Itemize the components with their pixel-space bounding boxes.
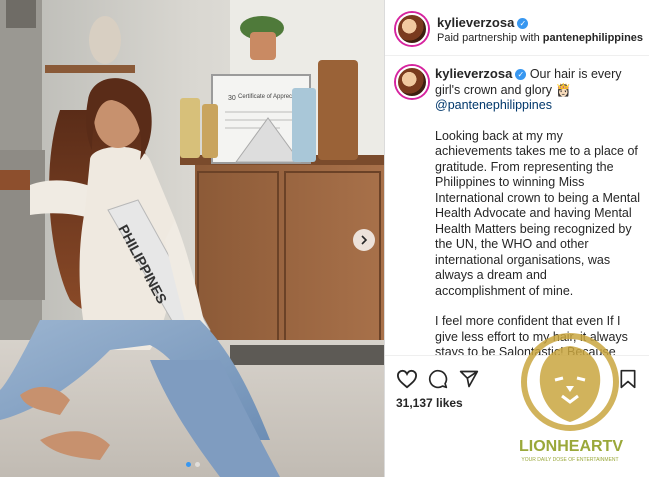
partner-link[interactable]: pantenephilippines [543, 32, 643, 44]
heart-icon[interactable] [396, 369, 418, 389]
avatar[interactable] [396, 13, 428, 45]
next-photo-button[interactable] [353, 229, 375, 251]
carousel-dot-active [186, 462, 191, 467]
partnership-prefix: Paid partnership with [437, 32, 540, 44]
carousel-dot [195, 462, 200, 467]
like-count[interactable]: 31,137 likes [396, 396, 463, 410]
verified-badge-icon: ✓ [515, 69, 527, 80]
post-header: kylieverzosa ✓ Paid partnership with pant… [385, 0, 649, 56]
comment-icon[interactable] [428, 369, 448, 389]
watermark-tagline: YOUR DAILY DOSE OF ENTERTAINMENT [521, 457, 619, 463]
verified-badge-icon: ✓ [517, 18, 529, 29]
mention-link[interactable]: @pantenephilippines [435, 98, 552, 112]
photo-scene: 30 Certificate of Appreciation PHILIPPIN… [0, 0, 384, 477]
post-photo[interactable]: 30 Certificate of Appreciation PHILIPPIN… [0, 0, 384, 477]
caption-avatar[interactable] [396, 66, 428, 98]
watermark-brand: LIONHEARTV [519, 438, 623, 455]
lion-logo-icon [521, 333, 619, 431]
partnership-line: Paid partnership with pantenephilippines [437, 32, 643, 44]
header-username-row: kylieverzosa ✓ [437, 14, 529, 32]
header-username[interactable]: kylieverzosa [437, 15, 514, 30]
caption-username[interactable]: kylieverzosa [435, 66, 512, 81]
carousel-dots [186, 462, 200, 467]
caption-paragraph-1: Looking back at my my achievements takes… [435, 128, 640, 298]
chevron-right-icon [361, 235, 368, 245]
share-icon[interactable] [459, 369, 479, 389]
certificate-number: 30 [228, 95, 236, 102]
lionheartv-watermark: LIONHEARTV YOUR DAILY DOSE OF ENTERTAINM… [510, 330, 630, 470]
